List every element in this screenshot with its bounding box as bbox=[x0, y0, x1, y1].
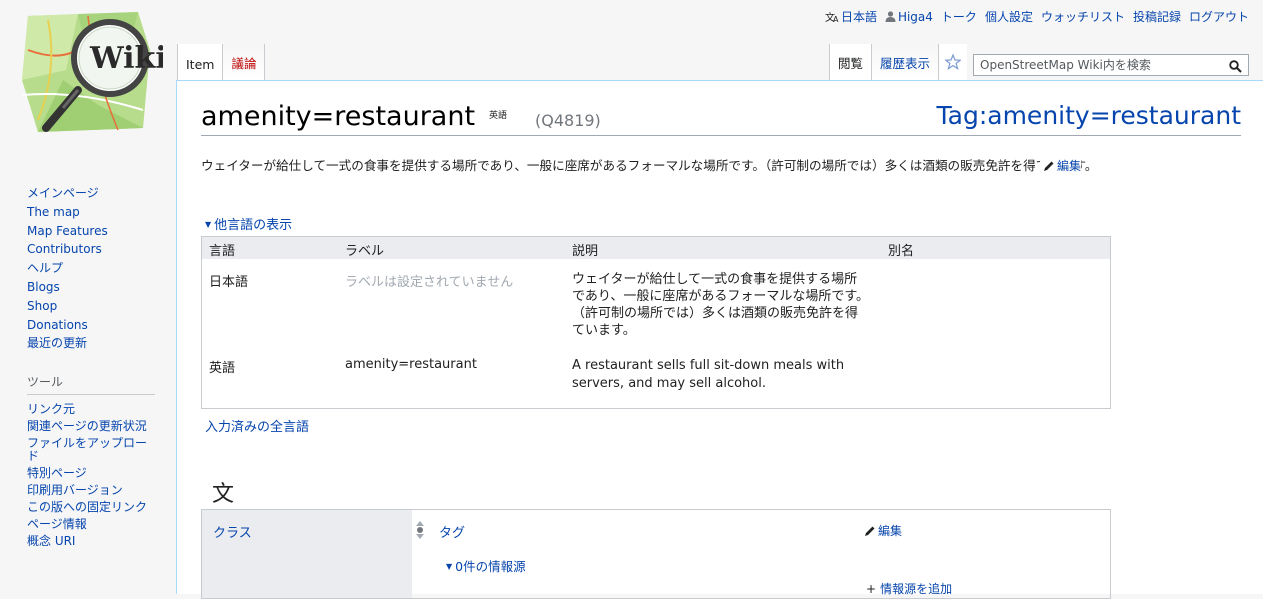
sidebar-item-concept-uri[interactable]: 概念 URI bbox=[27, 533, 170, 550]
triangle-down-icon: ▼ bbox=[205, 220, 212, 229]
toggle-other-languages[interactable]: ▼ 他言語の表示 bbox=[205, 214, 292, 233]
item-id: (Q4819) bbox=[535, 111, 601, 130]
sidebar-item-help[interactable]: ヘルプ bbox=[27, 259, 170, 278]
user-icon bbox=[885, 11, 896, 22]
header-language: 言語 bbox=[209, 244, 236, 259]
main-content: amenity=restaurant 英語 (Q4819) Tag:amenit… bbox=[176, 80, 1263, 599]
statements-heading: 文 bbox=[212, 482, 235, 507]
rank-normal-icon bbox=[416, 521, 424, 539]
sidebar-item-main-page[interactable]: メインページ bbox=[27, 184, 170, 203]
sidebar-item-shop[interactable]: Shop bbox=[27, 297, 170, 316]
pencil-icon bbox=[865, 526, 875, 536]
language-table-header: 言語 ラベル 説明 別名 bbox=[202, 237, 1110, 259]
edit-label: 編集 bbox=[1057, 159, 1082, 173]
row-description: A restaurant sells full sit-down meals w… bbox=[572, 358, 845, 391]
star-icon bbox=[945, 54, 961, 70]
other-languages-label: 他言語の表示 bbox=[214, 218, 293, 233]
talk-link[interactable]: トーク bbox=[941, 8, 977, 25]
description-edit-button[interactable]: 編集 bbox=[1040, 157, 1082, 174]
sidebar-item-blogs[interactable]: Blogs bbox=[27, 278, 170, 297]
property-link[interactable]: クラス bbox=[213, 522, 252, 541]
search-box bbox=[973, 54, 1249, 76]
rank-selector[interactable] bbox=[415, 520, 425, 544]
watch-star-button[interactable] bbox=[938, 44, 967, 80]
edit-label: 編集 bbox=[878, 524, 903, 538]
row-label: amenity=restaurant bbox=[345, 357, 477, 372]
sidebar-item-the-map[interactable]: The map bbox=[27, 203, 170, 222]
language-table: 言語 ラベル 説明 別名 日本語 ラベルは設定されていません ウェイターが給仕し… bbox=[201, 236, 1111, 409]
statement-edit-button[interactable]: 編集 bbox=[864, 522, 902, 539]
tools-list: リンク元 関連ページの更新状況 ファイルをアップロード 特別ページ 印刷用バージ… bbox=[0, 401, 170, 550]
sidebar-item-special-pages[interactable]: 特別ページ bbox=[27, 465, 170, 482]
page-heading: amenity=restaurant 英語 (Q4819) Tag:amenit… bbox=[201, 99, 1241, 136]
references-toggle[interactable]: ▼ 0件の情報源 bbox=[446, 556, 526, 575]
translate-icon: 文A bbox=[825, 11, 839, 23]
sidebar-item-related-changes[interactable]: 関連ページの更新状況 bbox=[27, 418, 170, 435]
sidebar-item-donations[interactable]: Donations bbox=[27, 316, 170, 335]
item-description: ウェイターが給仕して一式の食事を提供する場所であり、一般に座席があるフォーマルな… bbox=[201, 158, 1098, 173]
title-language-badge: 英語 bbox=[489, 111, 508, 121]
sidebar-item-page-info[interactable]: ページ情報 bbox=[27, 516, 170, 533]
sidebar-item-map-features[interactable]: Map Features bbox=[27, 222, 170, 241]
language-label: 日本語 bbox=[840, 10, 877, 24]
sidebar-item-recent-changes[interactable]: 最近の更新 bbox=[27, 334, 170, 353]
tab-read[interactable]: 閲覧 bbox=[828, 44, 871, 80]
search-input[interactable] bbox=[974, 58, 1226, 72]
tab-history[interactable]: 履歴表示 bbox=[870, 44, 938, 80]
navigation-list: メインページ The map Map Features Contributors… bbox=[0, 184, 170, 353]
statement-value-link[interactable]: タグ bbox=[439, 522, 465, 541]
table-row: 日本語 ラベルは設定されていません ウェイターが給仕して一式の食事を提供する場所… bbox=[202, 259, 1110, 349]
sidebar-item-permanent-link[interactable]: この版への固定リンク bbox=[27, 499, 170, 516]
svg-text:A: A bbox=[833, 15, 839, 23]
svg-text:Wiki: Wiki bbox=[89, 41, 163, 76]
sidebar-item-contributors[interactable]: Contributors bbox=[27, 240, 170, 259]
header-aliases: 別名 bbox=[888, 244, 915, 259]
contributions-link[interactable]: 投稿記録 bbox=[1133, 8, 1181, 25]
row-label-missing[interactable]: ラベルは設定されていません bbox=[345, 271, 513, 290]
references-label: 0件の情報源 bbox=[455, 559, 526, 574]
sidebar-item-upload-file[interactable]: ファイルをアップロード bbox=[27, 435, 152, 465]
user-link[interactable]: Higa4 bbox=[885, 10, 933, 24]
add-reference-button[interactable]: + 情報源を追加 bbox=[866, 580, 952, 597]
tools-heading: ツール bbox=[27, 373, 155, 396]
tab-discussion[interactable]: 議論 bbox=[223, 44, 266, 80]
namespace-tabs: Item 議論 bbox=[177, 44, 266, 80]
sidebar: メインページ The map Map Features Contributors… bbox=[0, 184, 170, 550]
search-button[interactable] bbox=[1229, 58, 1242, 77]
row-description: ウェイターが給仕して一式の食事を提供する場所であり、一般に座席があるフォーマルな… bbox=[572, 272, 870, 338]
row-language: 英語 bbox=[209, 361, 236, 376]
osm-wiki-logo-icon: Wiki bbox=[22, 12, 167, 132]
user-name: Higa4 bbox=[897, 9, 933, 24]
pencil-icon bbox=[1044, 161, 1054, 171]
page-title: amenity=restaurant bbox=[201, 101, 476, 132]
statement-property: クラス bbox=[202, 510, 412, 598]
row-language: 日本語 bbox=[209, 275, 249, 290]
all-languages-link[interactable]: 入力済みの全言語 bbox=[205, 416, 309, 435]
search-form bbox=[973, 44, 1249, 80]
tag-page-link[interactable]: Tag:amenity=restaurant bbox=[937, 101, 1241, 130]
search-icon bbox=[1229, 60, 1242, 73]
logout-link[interactable]: ログアウト bbox=[1189, 8, 1249, 25]
preferences-link[interactable]: 個人設定 bbox=[985, 8, 1033, 25]
sidebar-item-what-links-here[interactable]: リンク元 bbox=[27, 401, 170, 418]
table-row: 英語 amenity=restaurant A restaurant sells… bbox=[202, 352, 1110, 407]
view-tabs: 閲覧 履歴表示 bbox=[828, 44, 1249, 80]
statement-group: クラス タグ 編集 ▼ 0件の情報源 + 情報源を追加 bbox=[201, 509, 1111, 599]
header-description: 説明 bbox=[572, 244, 599, 259]
watchlist-link[interactable]: ウォッチリスト bbox=[1041, 8, 1125, 25]
tab-item[interactable]: Item bbox=[177, 44, 224, 80]
personal-tools: 文A 日本語 Higa4 トーク 個人設定 ウォッチリスト 投稿記録 ログアウト bbox=[825, 8, 1249, 25]
header-label: ラベル bbox=[345, 244, 385, 259]
triangle-down-icon: ▼ bbox=[446, 562, 453, 571]
language-selector[interactable]: 文A 日本語 bbox=[825, 8, 877, 25]
sidebar-item-printable-version[interactable]: 印刷用バージョン bbox=[27, 482, 170, 499]
site-logo[interactable]: Wiki bbox=[18, 10, 167, 140]
